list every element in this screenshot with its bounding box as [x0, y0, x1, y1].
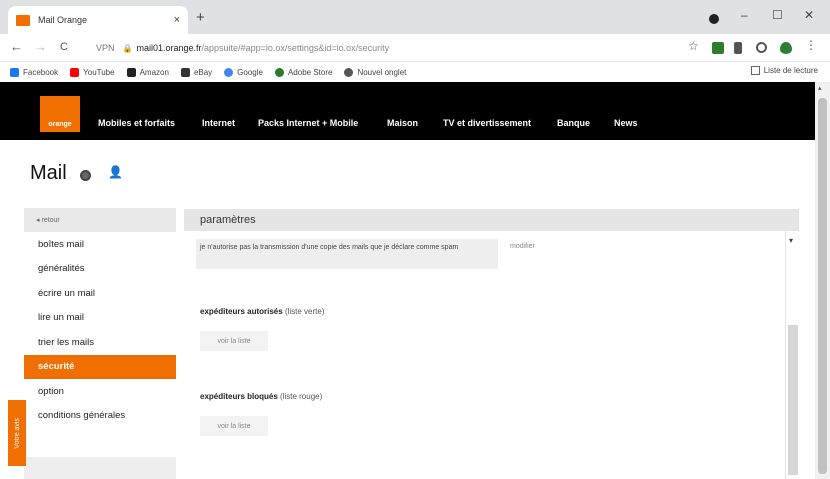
google-icon	[224, 67, 234, 77]
nav-mobiles-forfaits[interactable]: Mobiles et forfaits	[98, 118, 175, 128]
url-path: /appsuite/#app=io.ox/settings&id=io.ox/s…	[201, 43, 390, 53]
contacts-icon[interactable]: 👤	[108, 165, 123, 179]
bookmark-label: Amazon	[139, 67, 169, 77]
bookmark-youtube[interactable]: YouTube	[70, 67, 115, 77]
settings-sidebar: ◂ retour boîtes mail généralités écrire …	[24, 208, 176, 479]
whitelist-title: expéditeurs autorisés	[200, 307, 283, 316]
nav-packs-internet-mobile[interactable]: Packs Internet + Mobile	[258, 118, 358, 128]
adobe-store-icon	[274, 67, 284, 77]
blacklist-title: expéditeurs bloqués	[200, 392, 278, 401]
url-host: mail01.orange.fr	[136, 43, 202, 53]
view-blacklist-button[interactable]: voir la liste	[200, 416, 268, 436]
maximize-button[interactable]: ☐	[772, 8, 783, 22]
settings-header: paramètres	[184, 209, 799, 231]
mail-favicon-icon	[16, 14, 30, 26]
bookmark-label: eBay	[193, 67, 213, 77]
browser-tab[interactable]: Mail Orange ×	[8, 6, 188, 34]
sidebar-item-lire-un-mail[interactable]: lire un mail	[24, 306, 176, 331]
nav-maison[interactable]: Maison	[387, 118, 418, 128]
new-tab-button[interactable]: +	[196, 9, 205, 26]
orange-logo[interactable]: orange	[40, 96, 80, 132]
tab-title: Mail Orange	[38, 15, 88, 25]
bookmark-star-icon[interactable]: ☆	[688, 39, 699, 53]
bookmark-label: Facebook	[23, 67, 59, 77]
reading-list-label: Liste de lecture	[763, 66, 818, 75]
view-whitelist-button[interactable]: voir la liste	[200, 331, 268, 351]
blacklist-section-title: expéditeurs bloqués (liste rouge)	[200, 392, 322, 401]
nav-internet[interactable]: Internet	[202, 118, 235, 128]
account-icon[interactable]	[756, 42, 767, 53]
scroll-up-arrow-icon[interactable]: ▾	[789, 236, 793, 245]
browser-toolbar: ← → C VPN 🔒 mail01.orange.fr /appsuite/#…	[0, 34, 830, 62]
sidebar-item-conditions-generales[interactable]: conditions générales	[24, 404, 176, 429]
puzzle-extension-icon[interactable]	[734, 42, 742, 54]
bookmark-label: Nouvel onglet	[357, 67, 407, 77]
panel-scrollbar-thumb[interactable]	[788, 325, 798, 475]
minimize-button[interactable]: –	[741, 8, 748, 22]
bookmark-adobe-store[interactable]: Adobe Store	[274, 67, 333, 77]
browser-tab-strip: Mail Orange × + – ☐ ✕	[0, 0, 830, 34]
sidebar-item-securite[interactable]: sécurité	[24, 354, 176, 379]
spam-policy-text: je n'autorise pas la transmission d'une …	[196, 239, 498, 269]
settings-panel: je n'autorise pas la transmission d'une …	[184, 231, 786, 479]
profile-icon[interactable]	[709, 14, 719, 24]
facebook-icon	[10, 67, 19, 77]
bookmarks-bar: Facebook YouTube Amazon eBay Google Adob…	[0, 62, 830, 82]
feedback-label: Votre avis	[13, 417, 21, 449]
settings-icon[interactable]	[80, 170, 91, 181]
whitelist-section-title: expéditeurs autorisés (liste verte)	[200, 307, 325, 316]
bookmark-new-tab[interactable]: Nouvel onglet	[344, 67, 407, 77]
bookmark-label: YouTube	[83, 67, 115, 77]
bookmark-label: Adobe Store	[287, 67, 333, 77]
menu-kebab-icon[interactable]: ⋮	[805, 38, 817, 52]
address-bar[interactable]: VPN 🔒 mail01.orange.fr /appsuite/#app=io…	[90, 38, 710, 58]
bookmark-ebay[interactable]: eBay	[180, 67, 213, 77]
sidebar-item-boites-mail[interactable]: boîtes mail	[24, 232, 176, 257]
bookmark-amazon[interactable]: Amazon	[126, 67, 169, 77]
sidebar-footer	[24, 457, 176, 479]
amazon-icon	[126, 67, 136, 77]
modify-link[interactable]: modifier	[510, 243, 535, 250]
reading-list-button[interactable]: Liste de lecture	[750, 66, 818, 75]
vpn-badge[interactable]: VPN	[96, 43, 115, 53]
lock-icon[interactable]: 🔒	[123, 44, 133, 53]
feedback-tab[interactable]: Votre avis	[8, 400, 26, 466]
close-window-button[interactable]: ✕	[804, 8, 814, 22]
globe-icon	[344, 67, 354, 77]
reload-button[interactable]: C	[60, 41, 68, 53]
site-navigation: orange Mobiles et forfaits Internet Pack…	[0, 82, 815, 140]
page-title: Mail	[30, 162, 67, 184]
sidebar-item-option[interactable]: option	[24, 379, 176, 404]
close-tab-icon[interactable]: ×	[174, 14, 180, 26]
forward-button[interactable]: →	[34, 39, 47, 54]
nav-banque[interactable]: Banque	[557, 118, 590, 128]
bookmark-google[interactable]: Google	[224, 67, 263, 77]
sidebar-item-generalites[interactable]: généralités	[24, 257, 176, 282]
sidebar-item-trier-les-mails[interactable]: trier les mails	[24, 330, 176, 355]
page-scroll-up-icon[interactable]: ▴	[818, 84, 822, 92]
nav-news[interactable]: News	[614, 118, 638, 128]
extension-icon[interactable]	[712, 42, 724, 54]
ebay-icon	[180, 67, 190, 77]
youtube-icon	[70, 67, 80, 77]
reading-list-icon	[750, 66, 760, 75]
shield-extension-icon[interactable]	[780, 42, 792, 54]
sidebar-item-ecrire-un-mail[interactable]: écrire un mail	[24, 281, 176, 306]
nav-tv-divertissement[interactable]: TV et divertissement	[443, 118, 531, 128]
blacklist-subtitle: (liste rouge)	[280, 392, 323, 401]
page-scrollbar-thumb[interactable]	[818, 98, 827, 474]
back-link[interactable]: ◂ retour	[24, 208, 176, 232]
bookmark-label: Google	[237, 67, 263, 77]
back-button[interactable]: ←	[10, 39, 23, 54]
logo-text: orange	[48, 121, 72, 128]
bookmark-facebook[interactable]: Facebook	[10, 67, 59, 77]
whitelist-subtitle: (liste verte)	[284, 307, 325, 316]
